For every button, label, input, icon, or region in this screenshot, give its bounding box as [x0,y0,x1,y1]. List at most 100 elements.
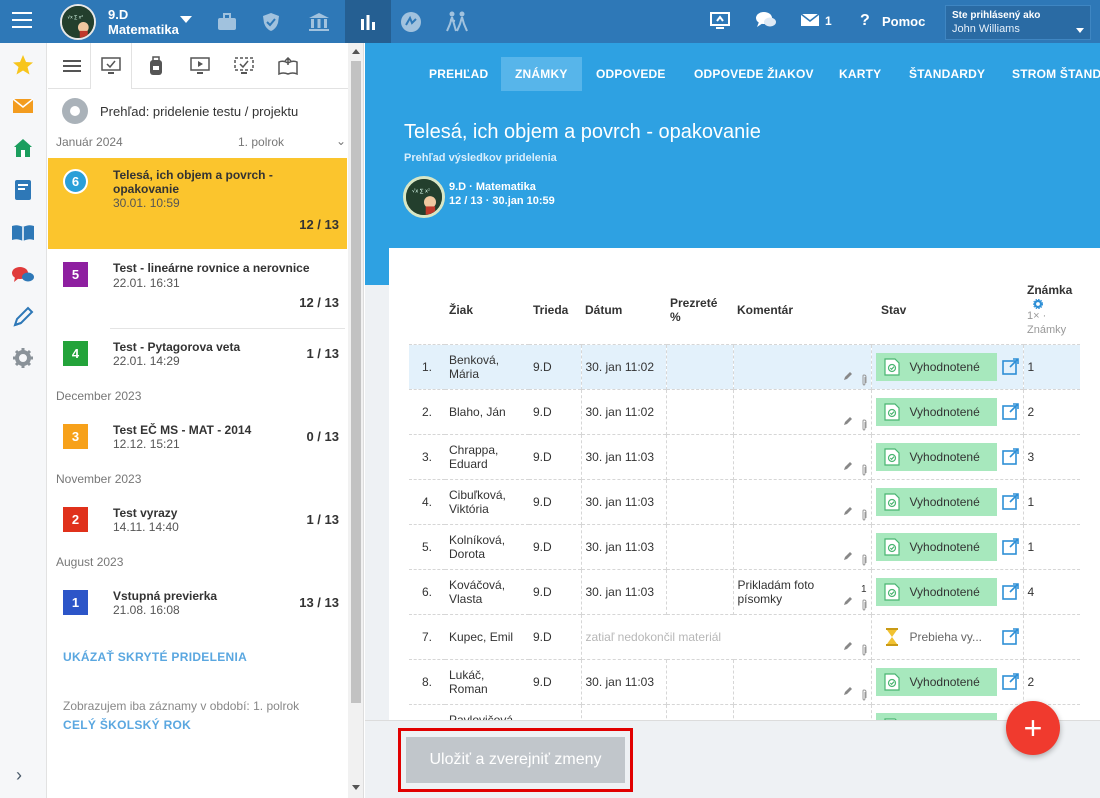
table-row[interactable]: 3. Chrappa, Eduard 9.D 30. jan 11:03 Vyhodno… [409,433,1080,479]
list-menu-icon[interactable] [60,55,84,77]
assignment-item-1[interactable]: 1 Vstupná previerka 21.08. 16:08 13 / 13 [48,582,347,622]
tab-student-answers[interactable]: ODPOVEDE ŽIAKOV [680,57,828,91]
col-class[interactable]: Trieda [529,276,581,344]
overview-link[interactable]: Prehľad: pridelenie testu / projektu [62,98,352,124]
envelope-icon[interactable] [11,94,35,118]
chevron-right-icon[interactable]: › [16,765,22,786]
col-date[interactable]: Dátum [581,276,666,344]
scroll-up-arrow[interactable] [352,49,360,54]
chevron-down-icon[interactable] [180,16,192,23]
open-external-icon[interactable] [1001,627,1019,645]
paperclip-icon[interactable] [860,463,868,476]
tab-cards[interactable]: KARTY [825,57,895,91]
tab-grades[interactable]: ZNÁMKY [501,57,582,91]
star-icon[interactable] [11,53,35,77]
table-row[interactable]: 4. Cibuľková, Viktória 9.D 30. jan 11:03 Vyh… [409,478,1080,524]
paperclip-icon[interactable] [860,508,868,521]
gradebook-icon[interactable] [11,178,35,202]
chevron-down-icon[interactable]: ⌄ [336,134,346,148]
open-external-icon[interactable] [1001,402,1019,420]
pencil-icon[interactable] [843,596,853,606]
scrollbar-thumb[interactable] [351,61,361,703]
assignment-item-6[interactable]: 6 Telesá, ich objem a povrch - opakovani… [48,158,347,249]
status-cell[interactable]: Prebieha vy... [870,613,1023,659]
table-row[interactable]: 8. Lukáč, Roman 9.D 30. jan 11:03 Vyhodnoten… [409,658,1080,704]
status-badge[interactable]: Vyhodnotené [875,442,997,471]
paperclip-icon[interactable] [860,688,868,701]
briefcase-icon[interactable] [214,9,240,35]
pencil-icon[interactable] [843,371,853,381]
screen-share-icon[interactable] [710,12,730,35]
show-hidden-link[interactable]: UKÁZAŤ SKRYTÉ PRIDELENIA [63,650,247,664]
grade-cell[interactable]: 1 [1022,478,1080,524]
comment-cell[interactable] [732,658,871,704]
status-cell[interactable]: Vyhodnotené [870,478,1023,524]
help-link[interactable]: Pomoc [882,14,925,29]
paperclip-icon[interactable] [860,598,868,611]
tab-overview[interactable]: PREHĽAD [415,57,502,91]
grade-cell[interactable]: 3 [1022,433,1080,479]
paperclip-icon[interactable] [860,418,868,431]
col-student[interactable]: Žiak [445,276,529,344]
scrollbar[interactable] [348,43,363,798]
video-lesson-icon[interactable] [188,55,212,77]
scroll-down-arrow[interactable] [352,785,360,790]
open-external-icon[interactable] [1001,492,1019,510]
paperclip-icon[interactable] [860,373,868,386]
comment-cell[interactable] [732,343,871,389]
tab-tests[interactable] [90,43,132,89]
add-button[interactable]: + [1006,701,1060,755]
open-book-icon[interactable] [11,221,35,245]
save-publish-button[interactable]: Uložiť a zverejniť zmeny [406,737,625,783]
tab-standards-tree[interactable]: STROM ŠTAND [998,57,1100,91]
grade-cell[interactable]: 1 [1022,343,1080,389]
status-cell[interactable]: Vyhodnotené [870,658,1023,704]
results-chart-icon[interactable] [345,0,391,43]
backpack-icon[interactable] [144,55,168,77]
discussion-icon[interactable] [11,263,35,287]
status-cell[interactable]: Vyhodnotené [870,343,1023,389]
students-walking-icon[interactable] [444,9,470,35]
status-badge[interactable]: Vyhodnotené [875,667,997,696]
pencil-icon[interactable] [843,686,853,696]
tab-answers[interactable]: ODPOVEDE [582,57,680,91]
pencil-icon[interactable] [843,551,853,561]
assignment-item-5[interactable]: 5 Test - lineárne rovnice a nerovnice 22… [48,250,347,328]
user-menu[interactable]: Ste prihlásený ako John Williams [945,5,1091,40]
checklist-screen-icon[interactable] [232,55,256,77]
status-badge[interactable]: Vyhodnotené [875,577,997,606]
gear-icon[interactable] [1033,298,1043,309]
grade-cell[interactable]: 2 [1022,658,1080,704]
comment-cell[interactable] [732,388,871,434]
pencil-icon[interactable] [843,506,853,516]
pen-icon[interactable] [11,305,35,329]
status-cell[interactable]: Vyhodnotené [870,568,1023,614]
assignment-item-2[interactable]: 2 Test vyrazy 14.11. 14:40 1 / 13 [48,499,347,539]
table-row[interactable]: 1. Benková, Mária 9.D 30. jan 11:02 Vyhodnot… [409,343,1080,389]
whole-year-link[interactable]: CELÝ ŠKOLSKÝ ROK [63,718,191,732]
comment-cell[interactable]: Prikladám foto písomky 1 [732,568,871,614]
help-icon[interactable]: ? [860,12,870,30]
table-row[interactable]: 5. Kolníková, Dorota 9.D 30. jan 11:03 Vyhod… [409,523,1080,569]
grade-cell[interactable]: 4 [1022,568,1080,614]
pencil-icon[interactable] [843,461,853,471]
assignment-item-3[interactable]: 3 Test EČ MS - MAT - 2014 12.12. 15:21 0… [48,416,347,456]
comment-cell[interactable] [732,433,871,479]
book-upload-icon[interactable] [276,55,300,77]
home-icon[interactable] [11,136,35,160]
menu-icon[interactable] [12,12,32,30]
status-badge[interactable]: Vyhodnotené [875,397,997,426]
open-external-icon[interactable] [1001,537,1019,555]
open-external-icon[interactable] [1001,357,1019,375]
shield-icon[interactable] [258,9,284,35]
open-external-icon[interactable] [1001,582,1019,600]
class-selector[interactable]: 9.D Matematika [108,7,179,37]
grade-cell[interactable]: 2 [1022,388,1080,434]
class-avatar[interactable]: √x ∑ x² [60,4,96,40]
col-comment[interactable]: Komentár [733,276,871,344]
comment-cell[interactable] [732,478,871,524]
paperclip-icon[interactable] [860,643,868,656]
open-external-icon[interactable] [1001,447,1019,465]
paperclip-icon[interactable] [860,553,868,566]
school-building-icon[interactable] [306,9,332,35]
